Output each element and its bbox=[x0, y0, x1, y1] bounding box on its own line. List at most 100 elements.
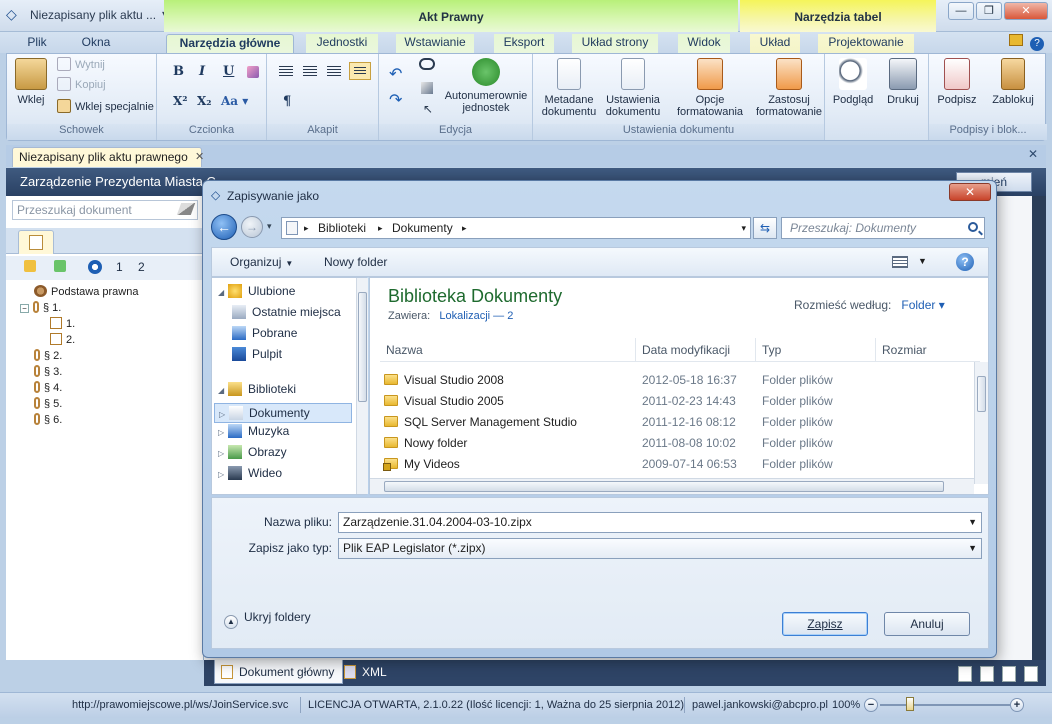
save-button[interactable]: Zapisz bbox=[782, 612, 868, 636]
tab-uklad[interactable]: Układ bbox=[750, 34, 800, 53]
close-panel-icon[interactable]: ✕ bbox=[1028, 147, 1038, 161]
app-icon[interactable]: ◇ bbox=[6, 6, 22, 22]
align-center-icon[interactable] bbox=[303, 66, 317, 76]
breadcrumb-arrow-icon[interactable]: ▸ bbox=[304, 218, 309, 238]
pilcrow-button[interactable]: ¶ bbox=[283, 94, 291, 109]
print-button[interactable]: Drukuj bbox=[881, 58, 925, 106]
close-window-button[interactable]: ✕ bbox=[1004, 2, 1048, 20]
change-case-button[interactable]: Aa ▾ bbox=[221, 94, 248, 108]
filename-input[interactable]: Zarządzenie.31.04.2004-03-10.zipx ▼ bbox=[338, 512, 982, 533]
cancel-button[interactable]: Anuluj bbox=[884, 612, 970, 636]
add-unit-icon[interactable] bbox=[24, 260, 36, 272]
bold-button[interactable]: B bbox=[173, 64, 184, 79]
maximize-button[interactable]: ❐ bbox=[976, 2, 1002, 20]
nav-item-muzyka[interactable]: ▷ Muzyka bbox=[218, 424, 289, 438]
expand-right-icon[interactable]: ▷ bbox=[219, 406, 229, 424]
nav-item-biblioteki[interactable]: ◢ Biblioteki bbox=[218, 382, 296, 396]
sign-button[interactable]: Podpisz bbox=[933, 58, 981, 106]
copy-button[interactable]: Kopiuj bbox=[57, 76, 106, 94]
expand-down-icon[interactable]: ◢ bbox=[218, 288, 228, 297]
align-right-icon[interactable] bbox=[327, 66, 341, 76]
tab-eksport[interactable]: Eksport bbox=[494, 34, 554, 53]
file-list-hscrollbar[interactable] bbox=[370, 478, 974, 494]
tab-wstawianie[interactable]: Wstawianie bbox=[396, 34, 474, 53]
italic-button[interactable]: I bbox=[199, 64, 205, 79]
refresh-button[interactable]: ⇆ bbox=[753, 217, 777, 239]
nav-item-pobrane[interactable]: Pobrane bbox=[218, 326, 297, 340]
find-icon[interactable] bbox=[419, 58, 435, 70]
format-options-button[interactable]: Opcje formatowania bbox=[677, 58, 743, 118]
breadcrumb-biblioteki[interactable]: Biblioteki bbox=[318, 218, 366, 238]
tab-widok[interactable]: Widok bbox=[678, 34, 730, 53]
file-row[interactable]: Nowy folder 2011-08-08 10:02 Folder plików bbox=[380, 433, 960, 454]
ribbon-options-icons[interactable]: ? bbox=[1008, 34, 1044, 51]
tab-narzedzia-glowne[interactable]: Narzędzia główne bbox=[166, 34, 294, 53]
navigation-scrollbar[interactable] bbox=[356, 278, 368, 494]
minimize-button[interactable]: — bbox=[948, 2, 974, 20]
document-search-input[interactable]: Przeszukaj dokument bbox=[12, 200, 198, 220]
underline-button[interactable]: U bbox=[223, 64, 234, 79]
undo-icon[interactable]: ↶ bbox=[389, 64, 402, 84]
outline-tab[interactable] bbox=[18, 230, 54, 254]
nav-item-ostatnie-miejsca[interactable]: Ostatnie miejsca bbox=[218, 305, 341, 319]
cut-button[interactable]: Wytnij bbox=[57, 56, 105, 74]
forward-button[interactable]: → bbox=[241, 216, 263, 238]
align-left-icon[interactable] bbox=[279, 66, 293, 76]
view-dropdown-icon[interactable]: ▼ bbox=[918, 256, 927, 266]
zoom-slider[interactable] bbox=[880, 704, 1010, 706]
export-pdf-icon[interactable] bbox=[980, 666, 994, 682]
file-list-vscroll-thumb[interactable] bbox=[977, 376, 986, 412]
zoom-in-button[interactable]: + bbox=[1010, 698, 1024, 712]
tree-node[interactable]: 2. bbox=[20, 332, 138, 348]
nav-item-pulpit[interactable]: Pulpit bbox=[218, 347, 282, 361]
tab-projektowanie[interactable]: Projektowanie bbox=[818, 34, 914, 53]
tab-okna[interactable]: Okna bbox=[78, 34, 114, 53]
tree-node[interactable]: § 3. bbox=[20, 364, 138, 380]
nav-item-dokumenty[interactable]: ▷ Dokumenty bbox=[214, 403, 352, 423]
tab-xml[interactable]: XML bbox=[338, 660, 395, 684]
level-2-button[interactable]: 2 bbox=[138, 260, 145, 274]
apply-format-button[interactable]: Zastosuj formatowanie bbox=[755, 58, 823, 118]
file-list-vscrollbar[interactable] bbox=[974, 362, 988, 484]
metadata-button[interactable]: Metadane dokumentu bbox=[539, 58, 599, 118]
file-row[interactable]: SQL Server Management Studio 2011-12-16 0… bbox=[380, 412, 960, 433]
column-name[interactable]: Nazwa bbox=[380, 338, 636, 362]
navigation-scroll-thumb[interactable] bbox=[358, 292, 367, 402]
dialog-search-input[interactable]: Przeszukaj: Dokumenty bbox=[781, 217, 985, 239]
file-list-hscroll-thumb[interactable] bbox=[384, 481, 944, 492]
expand-right-icon[interactable]: ▷ bbox=[218, 449, 228, 458]
file-row[interactable]: Visual Studio 2008 2012-05-18 16:37 Folder… bbox=[380, 370, 960, 391]
superscript-button[interactable]: X² bbox=[173, 94, 188, 108]
view-options-icon[interactable] bbox=[892, 256, 908, 268]
arrange-dropdown[interactable]: Folder ▾ bbox=[901, 298, 944, 312]
file-row[interactable]: My Videos 2009-07-14 06:53 Folder plików bbox=[380, 454, 960, 475]
column-type[interactable]: Typ bbox=[756, 338, 876, 362]
tab-plik[interactable]: Plik bbox=[22, 34, 52, 53]
renumber-icon[interactable] bbox=[88, 260, 102, 274]
nav-item-obrazy[interactable]: ▷ Obrazy bbox=[218, 445, 287, 459]
help-icon[interactable]: ? bbox=[1030, 37, 1044, 51]
recent-locations-dropdown-icon[interactable]: ▾ bbox=[267, 221, 272, 232]
export-xml-icon[interactable] bbox=[1024, 666, 1038, 682]
eraser-icon[interactable] bbox=[176, 203, 196, 215]
lock-button[interactable]: Zablokuj bbox=[985, 58, 1041, 106]
tree-node[interactable]: § 5. bbox=[20, 396, 138, 412]
preview-button[interactable]: Podgląd bbox=[829, 58, 877, 106]
column-date[interactable]: Data modyfikacji bbox=[636, 338, 756, 362]
column-size[interactable]: Rozmiar bbox=[876, 338, 976, 362]
folder-icon[interactable] bbox=[1008, 34, 1023, 46]
justify-button[interactable] bbox=[349, 62, 371, 80]
document-scrollbar[interactable] bbox=[1032, 196, 1046, 660]
expand-right-icon[interactable]: ▷ bbox=[218, 470, 228, 479]
zoom-slider-thumb[interactable] bbox=[906, 697, 914, 711]
highlight-icon[interactable] bbox=[247, 66, 259, 78]
export-doc-icon[interactable] bbox=[958, 666, 972, 682]
tree-node[interactable]: § 4. bbox=[20, 380, 138, 396]
tree-node[interactable]: Podstawa prawna bbox=[20, 284, 138, 300]
breadcrumb-arrow-icon[interactable]: ▸ bbox=[378, 218, 383, 238]
back-button[interactable]: ← bbox=[211, 214, 237, 240]
new-folder-button[interactable]: Nowy folder bbox=[324, 255, 387, 269]
tab-jednostki[interactable]: Jednostki bbox=[306, 34, 378, 53]
filetype-select[interactable]: Plik EAP Legislator (*.zipx) ▼ bbox=[338, 538, 982, 559]
file-row[interactable]: Visual Studio 2005 2011-02-23 14:43 Folder… bbox=[380, 391, 960, 412]
